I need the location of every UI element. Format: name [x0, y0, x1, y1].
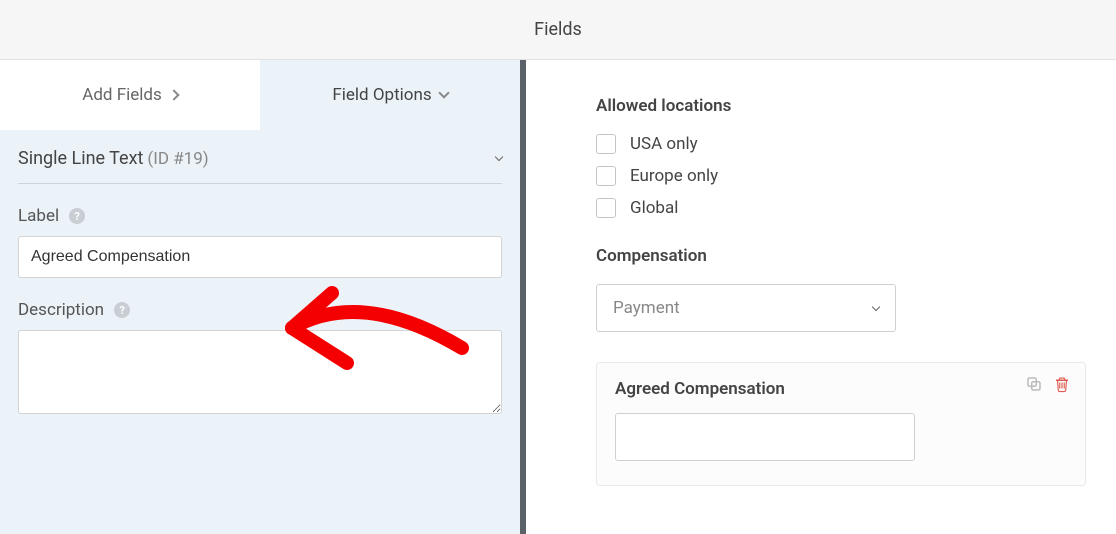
checkbox-global-label: Global: [630, 198, 678, 218]
panel-content: Single Line Text (ID #19) Label ? Descri…: [0, 130, 520, 418]
description-field-label: Description: [18, 300, 104, 320]
preview-field[interactable]: Agreed Compensation: [596, 362, 1086, 486]
compensation-title: Compensation: [596, 246, 1086, 266]
tab-field-options-label: Field Options: [332, 85, 431, 105]
chevron-down-icon: [438, 87, 449, 98]
left-panel: Add Fields Field Options Single Line Tex…: [0, 60, 526, 534]
checkbox-global[interactable]: [596, 198, 616, 218]
field-type-header[interactable]: Single Line Text (ID #19): [18, 148, 502, 184]
tab-field-options[interactable]: Field Options: [260, 60, 520, 130]
checkbox-europe[interactable]: [596, 166, 616, 186]
label-group: Label ?: [18, 206, 502, 278]
description-field-input[interactable]: [18, 330, 502, 414]
tab-add-fields-label: Add Fields: [82, 85, 162, 105]
compensation-selected-value: Payment: [613, 298, 680, 318]
checkbox-row-europe: Europe only: [596, 166, 1086, 186]
description-group: Description ?: [18, 300, 502, 418]
allowed-locations-title: Allowed locations: [596, 96, 1086, 116]
label-field-label: Label: [18, 206, 59, 226]
preview-icons: [1025, 375, 1071, 397]
checkbox-usa-label: USA only: [630, 134, 698, 154]
tabs: Add Fields Field Options: [0, 60, 520, 130]
field-type-id: (ID #19): [147, 149, 208, 169]
checkbox-usa[interactable]: [596, 134, 616, 154]
duplicate-icon[interactable]: [1025, 375, 1043, 397]
field-type-name: Single Line Text: [18, 148, 143, 169]
label-field-input[interactable]: [18, 236, 502, 278]
checkbox-row-usa: USA only: [596, 134, 1086, 154]
trash-icon[interactable]: [1053, 375, 1071, 397]
compensation-select[interactable]: Payment: [596, 284, 896, 332]
tab-add-fields[interactable]: Add Fields: [0, 60, 260, 130]
page-title: Fields: [534, 19, 582, 40]
main-container: Add Fields Field Options Single Line Tex…: [0, 60, 1116, 534]
compensation-section: Compensation Payment: [596, 246, 1086, 332]
checkbox-europe-label: Europe only: [630, 166, 718, 186]
right-panel: Allowed locations USA only Europe only G…: [526, 60, 1116, 534]
preview-field-label: Agreed Compensation: [615, 379, 1067, 399]
help-icon[interactable]: ?: [69, 208, 85, 224]
checkbox-row-global: Global: [596, 198, 1086, 218]
chevron-down-icon: [495, 153, 503, 161]
help-icon[interactable]: ?: [114, 302, 130, 318]
preview-field-input[interactable]: [615, 413, 915, 461]
header: Fields: [0, 0, 1116, 60]
chevron-down-icon: [872, 302, 880, 310]
chevron-right-icon: [168, 89, 179, 100]
